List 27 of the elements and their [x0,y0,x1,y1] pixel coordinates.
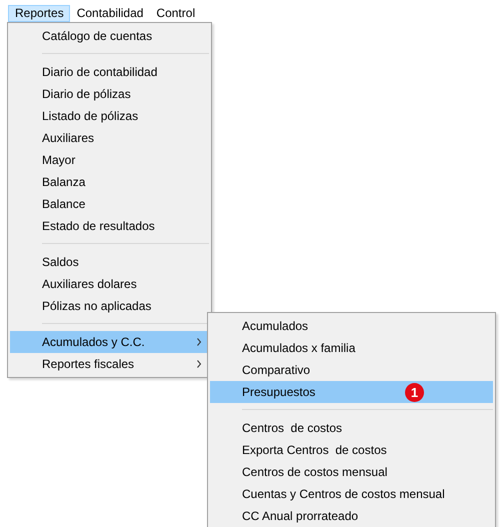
menu-item[interactable]: Saldos [10,251,209,273]
menu-item[interactable]: Catálogo de cuentas [10,25,209,47]
menu-item[interactable]: Acumulados [210,315,493,337]
menu-item[interactable]: Diario de pólizas [10,83,209,105]
menu-item[interactable]: Mayor [10,149,209,171]
menu-item[interactable]: Diario de contabilidad [10,61,209,83]
menu-item[interactable]: Pólizas no aplicadas [10,295,209,317]
menu-item[interactable]: Centros de costos [210,417,493,439]
menu-item[interactable]: Reportes fiscales [10,353,209,375]
menu-item[interactable]: Acumulados x familia [210,337,493,359]
menu-item[interactable]: Exporta Centros de costos [210,439,493,461]
menu-item[interactable]: Balanza [10,171,209,193]
menu-item[interactable]: Acumulados y C.C. [10,331,209,353]
menu-item[interactable]: CC Anual prorrateado [210,505,493,527]
menu-item[interactable]: Presupuestos 1 [210,381,493,403]
menu-bar-item[interactable]: Control [149,5,202,22]
menu-bar-item[interactable]: Reportes [8,5,70,22]
menu-item[interactable]: Auxiliares [10,127,209,149]
menu-item[interactable]: Balance [10,193,209,215]
menu-item[interactable]: Cuentas y Centros de costos mensual [210,483,493,505]
menu-bar-item[interactable]: Contabilidad [70,5,150,22]
menu-item[interactable]: Centros de costos mensual [210,461,493,483]
menu-item[interactable]: Comparativo [210,359,493,381]
menu-item[interactable]: Listado de pólizas [10,105,209,127]
number-badge: 1 [405,382,424,402]
menu-item[interactable]: Auxiliares dolares [10,273,209,295]
menu-item[interactable]: Estado de resultados [10,215,209,237]
